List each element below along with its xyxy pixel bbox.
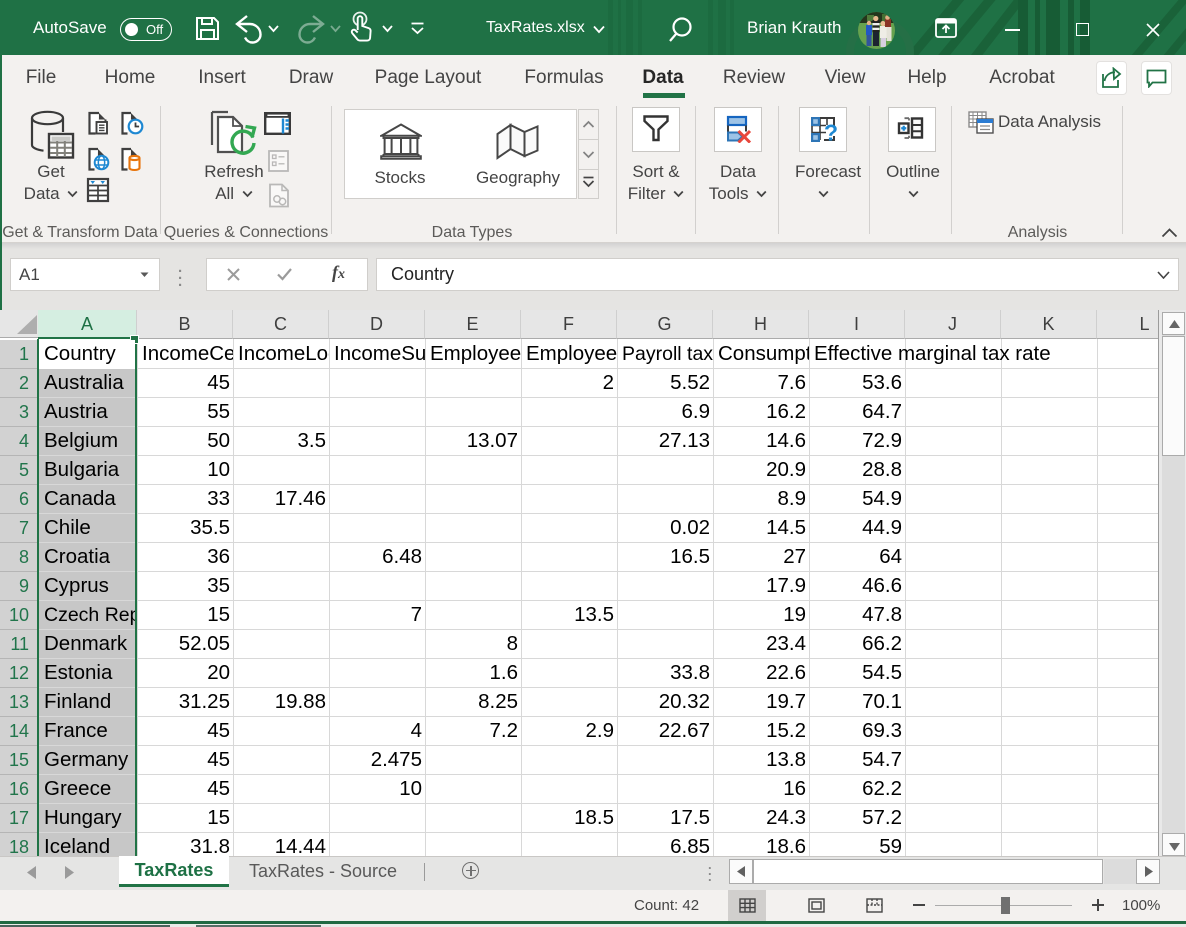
svg-text:?: ?: [824, 120, 838, 145]
